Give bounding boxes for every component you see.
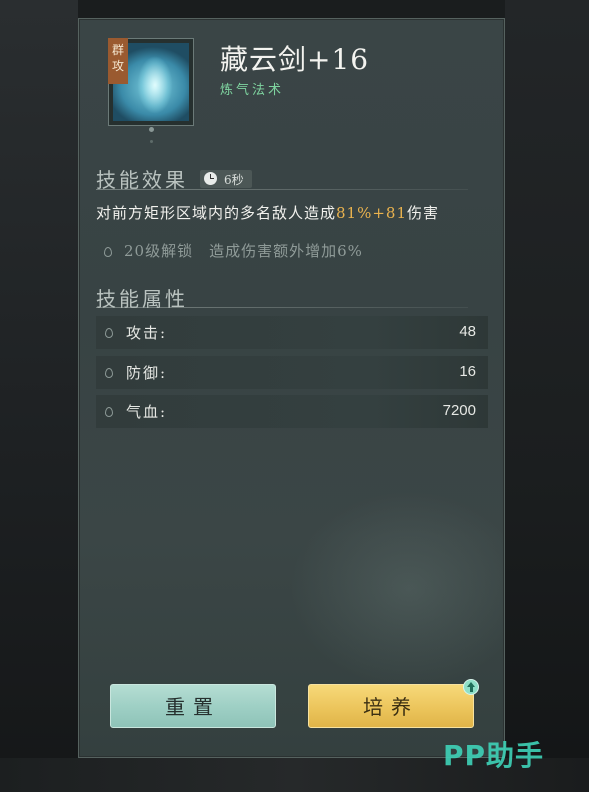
effect-desc-suffix: 伤害: [407, 204, 440, 222]
unlock-level: 20级解锁: [124, 242, 194, 260]
drop-bullet-icon: [105, 407, 113, 417]
attribute-row-health: 气血: 7200: [96, 395, 488, 428]
effect-description: 对前方矩形区域内的多名敌人造成81%+81伤害: [96, 202, 439, 223]
attribute-value: 48: [459, 323, 476, 340]
ornament-dot: [149, 127, 154, 132]
unlock-description: 造成伤害额外增加6%: [209, 242, 363, 260]
train-button[interactable]: 培养: [308, 684, 474, 728]
attribute-label: 攻击:: [126, 324, 168, 342]
section-divider: [96, 307, 468, 308]
background-right: [505, 0, 589, 792]
upgrade-arrow-icon: [463, 679, 479, 695]
background-left: [0, 0, 78, 792]
effect-desc-percent: 81%: [336, 204, 373, 222]
attribute-label: 气血:: [126, 403, 168, 421]
ornament-dot: [150, 140, 153, 143]
drop-bullet-icon: [105, 368, 113, 378]
effect-desc-prefix: 对前方矩形区域内的多名敌人造成: [96, 204, 337, 222]
effect-desc-plus: +81: [372, 204, 408, 222]
skill-name: 藏云剑+16: [220, 43, 370, 76]
cooldown-badge: 6秒: [200, 170, 252, 188]
cooldown-text: 6秒: [224, 173, 244, 187]
watermark-logo: PP助手: [443, 739, 545, 772]
drop-bullet-icon: [104, 246, 112, 257]
skill-tag-char: 群: [111, 43, 124, 57]
attribute-row-defense: 防御: 16: [96, 356, 488, 389]
unlock-bonus-row: 20级解锁 造成伤害额外增加6%: [104, 240, 363, 261]
skill-tag-badge: 群 攻: [108, 38, 128, 84]
attribute-value: 16: [459, 363, 476, 380]
section-divider: [96, 189, 468, 190]
attribute-row-attack: 攻击: 48: [96, 316, 488, 349]
drop-bullet-icon: [105, 328, 113, 338]
attribute-label: 防御:: [126, 364, 168, 382]
skill-type: 炼气法术: [220, 83, 285, 98]
clock-icon: [204, 172, 217, 185]
attribute-value: 7200: [442, 402, 476, 419]
skill-tag-char: 攻: [111, 59, 124, 73]
reset-button[interactable]: 重置: [110, 684, 276, 728]
